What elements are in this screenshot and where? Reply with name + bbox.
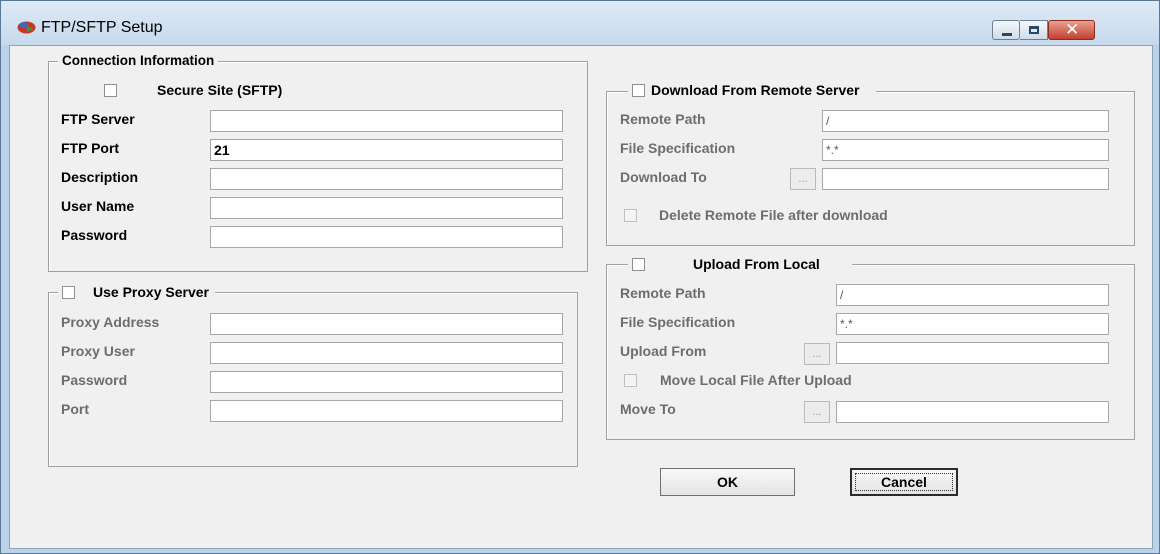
download-remote-path-label: Remote Path [620,111,706,127]
proxy-address-label: Proxy Address [61,314,160,330]
connection-legend: Connection Information [58,53,219,69]
proxy-user-label: Proxy User [61,343,135,359]
close-button[interactable]: ✕ [1048,20,1095,40]
password-input[interactable] [210,226,563,248]
ftp-port-label: FTP Port [61,140,120,156]
title-bar[interactable]: FTP/SFTP Setup ✕ [1,1,1159,45]
move-local-checkbox[interactable] [624,374,637,387]
proxy-password-input[interactable] [210,371,563,393]
proxy-address-input[interactable] [210,313,563,335]
proxy-port-label: Port [61,401,89,417]
delete-remote-checkbox[interactable] [624,209,637,222]
password-label: Password [61,227,128,243]
upload-browse-button[interactable]: ... [804,343,830,365]
maximize-icon [1029,26,1039,34]
close-icon: ✕ [1065,20,1080,40]
upload-remote-path-input[interactable]: / [836,284,1109,306]
proxy-legend-wrap: Use Proxy Server [58,284,215,301]
use-proxy-checkbox[interactable] [62,286,75,299]
download-file-spec-label: File Specification [620,140,736,156]
dialog-window: FTP/SFTP Setup ✕ Connection Information … [0,0,1160,554]
cancel-button[interactable]: Cancel [850,468,958,496]
ftp-server-label: FTP Server [61,111,135,127]
description-input[interactable] [210,168,563,190]
minimize-button[interactable] [992,20,1020,40]
user-name-input[interactable] [210,197,563,219]
dialog-body: Connection Information Secure Site (SFTP… [9,45,1153,549]
move-local-label: Move Local File After Upload [660,372,852,388]
ok-button[interactable]: OK [660,468,795,496]
download-legend: Download From Remote Server [651,82,860,98]
move-to-input[interactable] [836,401,1109,423]
delete-remote-label: Delete Remote File after download [659,207,888,223]
secure-site-label: Secure Site (SFTP) [157,82,283,98]
download-to-input[interactable] [822,168,1109,190]
user-name-label: User Name [61,198,135,214]
download-enable-checkbox[interactable] [632,84,645,97]
upload-from-label: Upload From [620,343,707,359]
move-to-browse-button[interactable]: ... [804,401,830,423]
download-browse-button[interactable]: ... [790,168,816,190]
focus-rectangle [855,473,953,491]
upload-file-spec-label: File Specification [620,314,736,330]
download-remote-path-input[interactable]: / [822,110,1109,132]
upload-legend: Upload From Local [693,256,820,272]
window-title: FTP/SFTP Setup [41,19,163,36]
download-to-label: Download To [620,169,707,185]
upload-enable-checkbox[interactable] [632,258,645,271]
proxy-password-label: Password [61,372,128,388]
download-file-spec-input[interactable]: *.* [822,139,1109,161]
upload-from-input[interactable] [836,342,1109,364]
proxy-user-input[interactable] [210,342,563,364]
secure-site-checkbox[interactable] [104,84,117,97]
upload-file-spec-input[interactable]: *.* [836,313,1109,335]
maximize-button[interactable] [1020,20,1048,40]
move-to-label: Move To [620,401,676,417]
description-label: Description [61,169,139,185]
ftp-app-icon [17,21,36,34]
use-proxy-label: Use Proxy Server [93,284,209,300]
upload-legend-wrap: Upload From Local [628,256,852,274]
minimize-icon [1002,33,1012,36]
download-legend-wrap: Download From Remote Server [628,82,876,99]
upload-remote-path-label: Remote Path [620,285,706,301]
ftp-server-input[interactable] [210,110,563,132]
proxy-port-input[interactable] [210,400,563,422]
ftp-port-input[interactable]: 21 [210,139,563,161]
